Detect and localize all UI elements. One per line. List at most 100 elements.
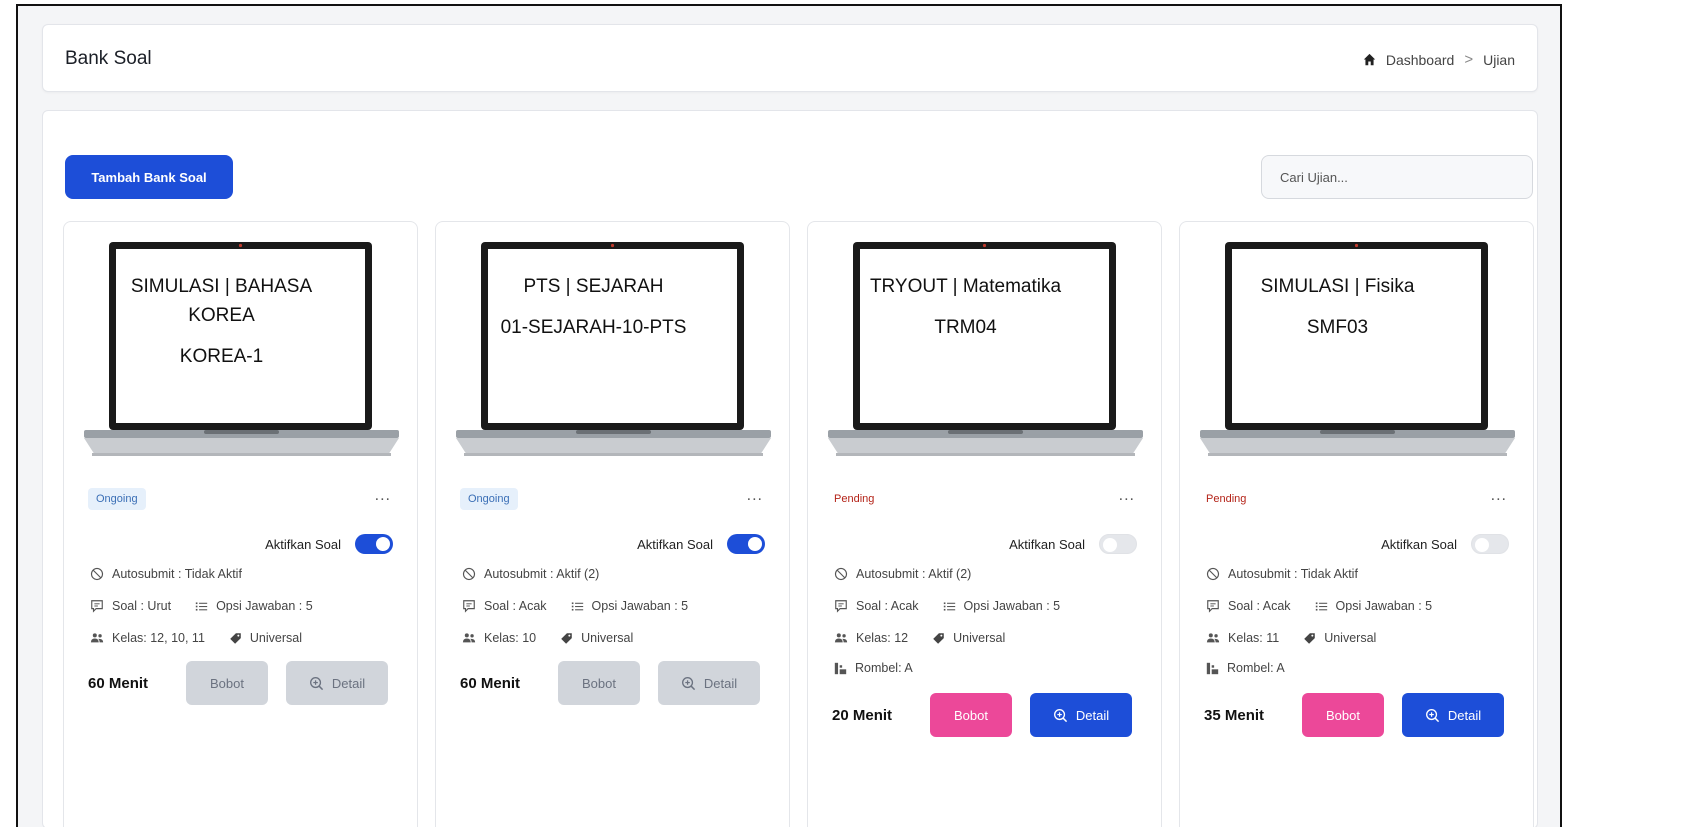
status-badge: Pending <box>1206 493 1247 505</box>
autosubmit-info: Autosubmit : Tidak Aktif <box>90 567 242 581</box>
page-header: Bank Soal Dashboard > Ujian <box>42 24 1538 92</box>
universal-text: Universal <box>953 631 1006 645</box>
toggle-label: Aktifkan Soal <box>1009 536 1085 552</box>
duration-text: 20 Menit <box>832 706 893 724</box>
autosubmit-text: Autosubmit : Aktif (2) <box>484 567 600 581</box>
breadcrumb: Dashboard > Ujian <box>1363 51 1515 68</box>
kelas-info: Kelas: 12, 10, 11 Universal <box>90 631 302 645</box>
toggle-knob <box>1475 538 1489 552</box>
bobot-button[interactable]: Bobot <box>186 661 268 705</box>
exam-card: TRYOUT | Matematika TRM04 Pending ... Ak… <box>807 221 1162 827</box>
detail-label: Detail <box>703 675 738 691</box>
breadcrumb-current: Ujian <box>1483 51 1515 68</box>
toggle-label: Aktifkan Soal <box>1381 536 1457 552</box>
card-footer: 60 Menit Bobot Detail <box>460 661 765 705</box>
ban-icon <box>90 567 104 581</box>
more-options-icon[interactable]: ... <box>1119 488 1135 504</box>
list-icon <box>195 601 208 611</box>
tag-icon <box>933 632 944 644</box>
group-icon <box>834 662 847 674</box>
more-options-icon[interactable]: ... <box>375 488 391 504</box>
ban-icon <box>834 567 848 581</box>
autosubmit-text: Autosubmit : Tidak Aktif <box>1228 567 1358 581</box>
exam-card: SIMULASI | Fisika SMF03 Pending ... Akti… <box>1179 221 1534 827</box>
autosubmit-text: Autosubmit : Tidak Aktif <box>112 567 242 581</box>
universal-text: Universal <box>249 631 302 645</box>
exam-code: KOREA-1 <box>179 346 264 367</box>
message-icon <box>91 600 103 613</box>
bobot-button[interactable]: Bobot <box>558 661 640 705</box>
soal-info: Soal : Acak Opsi Jawaban : 5 <box>834 599 1060 613</box>
users-icon <box>1206 633 1220 643</box>
activate-toggle-row: Aktifkan Soal <box>265 534 393 554</box>
detail-label: Detail <box>1447 707 1482 723</box>
toggle-knob <box>1103 538 1117 552</box>
rombel-text: Rombel: A <box>855 661 913 675</box>
activate-soal-toggle[interactable] <box>355 534 393 554</box>
activate-toggle-row: Aktifkan Soal <box>637 534 765 554</box>
soal-text: Soal : Acak <box>856 599 919 613</box>
group-icon <box>1206 662 1219 674</box>
home-icon <box>1363 53 1376 66</box>
zoom-in-icon <box>681 676 695 690</box>
universal-text: Universal <box>581 631 634 645</box>
laptop-screen-text: TRYOUT | Matematika TRM04 <box>856 272 1075 342</box>
activate-soal-toggle[interactable] <box>1099 534 1137 554</box>
status-badge: Ongoing <box>88 488 146 510</box>
kelas-info: Kelas: 12 Universal <box>834 631 1005 645</box>
detail-button[interactable]: Detail <box>658 661 760 705</box>
status-badge: Pending <box>834 493 875 505</box>
breadcrumb-dashboard-link[interactable]: Dashboard <box>1386 52 1455 68</box>
soal-info: Soal : Acak Opsi Jawaban : 5 <box>462 599 688 613</box>
message-icon <box>1207 600 1219 613</box>
list-icon <box>943 601 955 611</box>
tag-icon <box>1304 632 1315 644</box>
add-bank-soal-button[interactable]: Tambah Bank Soal <box>65 155 233 199</box>
zoom-in-icon <box>1425 708 1439 722</box>
bobot-button[interactable]: Bobot <box>930 693 1012 737</box>
autosubmit-info: Autosubmit : Aktif (2) <box>462 567 599 581</box>
soal-text: Soal : Acak <box>1228 599 1291 613</box>
soal-info: Soal : Acak Opsi Jawaban : 5 <box>1206 599 1432 613</box>
list-icon <box>571 601 583 611</box>
activate-toggle-row: Aktifkan Soal <box>1009 534 1137 554</box>
kelas-text: Kelas: 11 <box>1228 631 1280 645</box>
rombel-text: Rombel: A <box>1227 661 1285 675</box>
bank-soal-panel: Tambah Bank Soal SIMULASI | BAHASA KOREA… <box>42 110 1538 827</box>
kelas-info: Kelas: 11 Universal <box>1206 631 1376 645</box>
duration-text: 60 Menit <box>88 674 149 692</box>
card-footer: 20 Menit Bobot Detail <box>832 693 1137 737</box>
detail-button[interactable]: Detail <box>1030 693 1132 737</box>
list-icon <box>1315 601 1327 611</box>
message-icon <box>835 600 847 613</box>
status-badge: Ongoing <box>460 488 518 510</box>
bobot-button[interactable]: Bobot <box>1302 693 1384 737</box>
exam-title: PTS | SEJARAH <box>523 276 664 297</box>
app-frame: Bank Soal Dashboard > Ujian Tambah Bank … <box>16 4 1562 827</box>
activate-soal-toggle[interactable] <box>1471 534 1509 554</box>
users-icon <box>90 633 104 643</box>
detail-button[interactable]: Detail <box>286 661 388 705</box>
activate-toggle-row: Aktifkan Soal <box>1381 534 1509 554</box>
opsi-text: Opsi Jawaban : 5 <box>963 599 1061 613</box>
more-options-icon[interactable]: ... <box>1491 488 1507 504</box>
laptop-screen-text: SIMULASI | BAHASA KOREA KOREA-1 <box>112 272 331 371</box>
autosubmit-text: Autosubmit : Aktif (2) <box>856 567 972 581</box>
users-icon <box>462 633 476 643</box>
message-icon <box>463 600 475 613</box>
users-icon <box>834 633 848 643</box>
more-options-icon[interactable]: ... <box>747 488 763 504</box>
exam-code: SMF03 <box>1306 317 1369 338</box>
exam-card: SIMULASI | BAHASA KOREA KOREA-1 Ongoing … <box>63 221 418 827</box>
card-footer: 60 Menit Bobot Detail <box>88 661 393 705</box>
kelas-text: Kelas: 12 <box>856 631 909 645</box>
toggle-knob <box>376 537 390 551</box>
opsi-text: Opsi Jawaban : 5 <box>591 599 689 613</box>
activate-soal-toggle[interactable] <box>727 534 765 554</box>
universal-text: Universal <box>1324 631 1377 645</box>
detail-label: Detail <box>331 675 366 691</box>
exam-code: TRM04 <box>934 317 997 338</box>
detail-button[interactable]: Detail <box>1402 693 1504 737</box>
search-input[interactable] <box>1261 155 1533 199</box>
kelas-text: Kelas: 12, 10, 11 <box>112 631 205 645</box>
